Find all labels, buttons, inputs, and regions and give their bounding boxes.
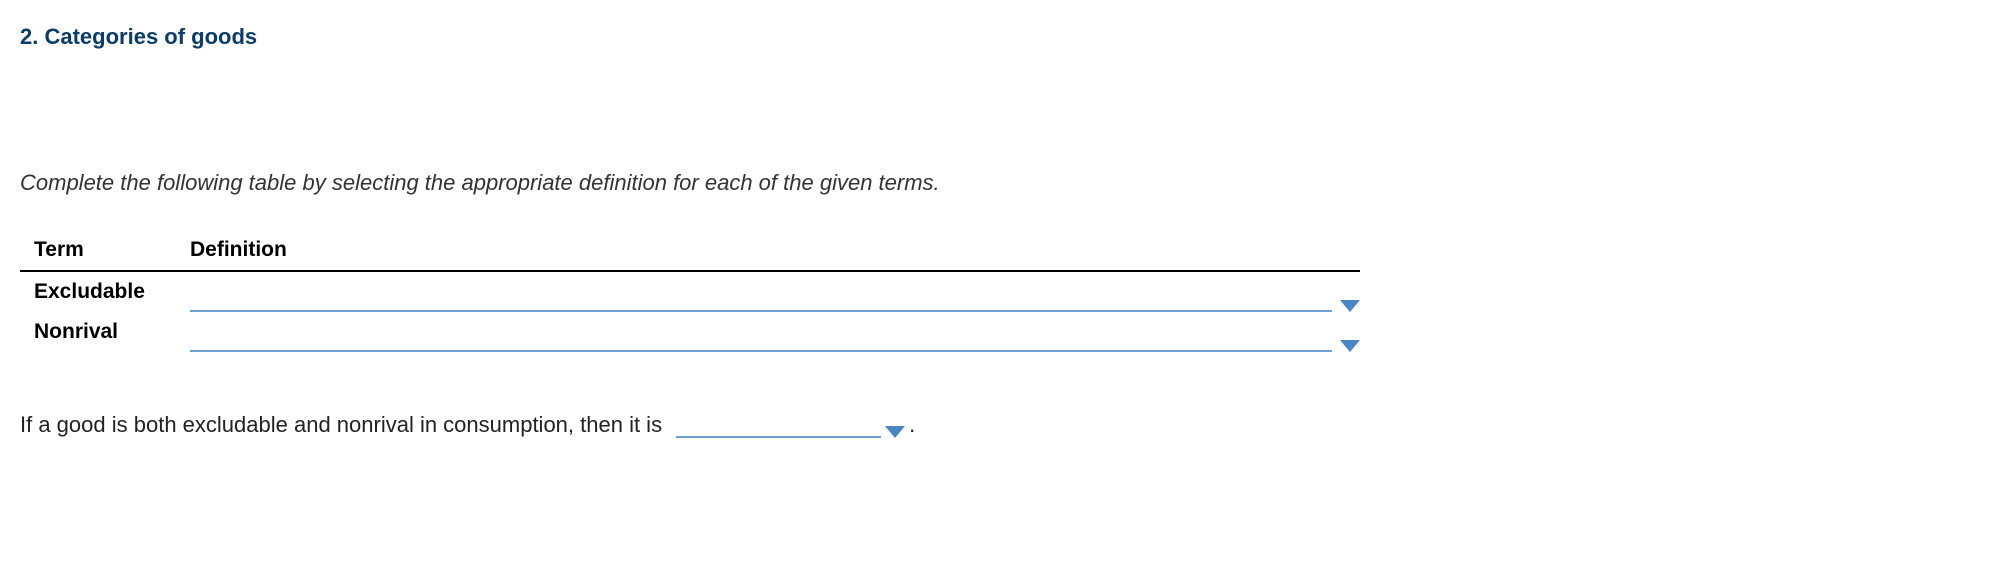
dropdown-underline: [676, 416, 881, 438]
heading-text: Categories of goods: [44, 24, 257, 49]
section-heading: 2. Categories of goods: [20, 24, 1982, 50]
col-header-term: Term: [20, 230, 190, 271]
instruction-text: Complete the following table by selectin…: [20, 170, 1982, 196]
heading-number: 2.: [20, 24, 38, 49]
term-cell-excludable: Excludable: [20, 271, 190, 312]
dropdown-underline: [190, 330, 1332, 352]
chevron-down-icon: [1340, 340, 1360, 352]
col-header-definition: Definition: [190, 230, 1360, 271]
terms-table: Term Definition Excludable Nonrival: [20, 230, 1360, 352]
good-type-dropdown[interactable]: [676, 416, 905, 438]
definition-dropdown-excludable[interactable]: [190, 290, 1360, 312]
dropdown-underline: [190, 290, 1332, 312]
sentence-before: If a good is both excludable and nonriva…: [20, 412, 662, 438]
table-header-row: Term Definition: [20, 230, 1360, 271]
fill-in-sentence: If a good is both excludable and nonriva…: [20, 412, 1982, 438]
chevron-down-icon: [885, 426, 905, 438]
table-row: Excludable: [20, 271, 1360, 312]
chevron-down-icon: [1340, 300, 1360, 312]
definition-dropdown-nonrival[interactable]: [190, 330, 1360, 352]
sentence-after: .: [909, 412, 915, 438]
table-row: Nonrival: [20, 312, 1360, 352]
term-cell-nonrival: Nonrival: [20, 312, 190, 352]
